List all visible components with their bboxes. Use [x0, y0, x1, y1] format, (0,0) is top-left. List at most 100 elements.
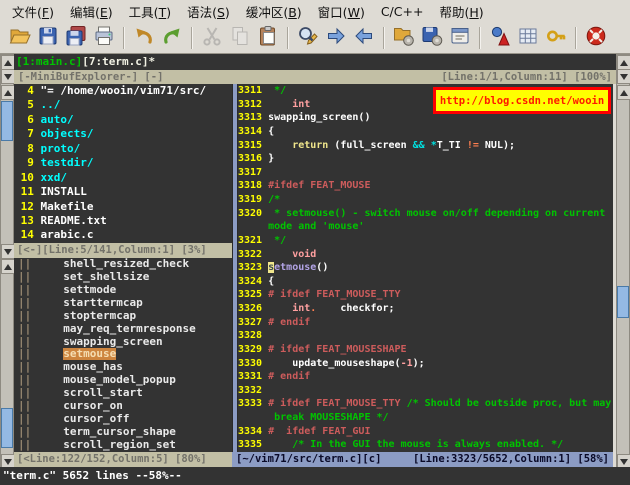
scrollbar-thumb[interactable]: [1, 408, 13, 448]
code-line[interactable]: 3333 # ifdef FEAT_MOUSE_TTY /* Should be…: [238, 397, 613, 411]
find-next-icon: [324, 24, 348, 52]
scrollbar-thumb[interactable]: [617, 286, 629, 318]
explorer-entry[interactable]: 9 testdir/: [14, 156, 232, 170]
taglist-item[interactable]: ||mouse_has: [14, 361, 232, 374]
fold-guide: ||: [18, 297, 31, 309]
code-line[interactable]: 3327 # endif: [238, 316, 613, 330]
taglist-item[interactable]: ||set_shellsize: [14, 271, 232, 284]
build-tags-button[interactable]: [514, 24, 542, 51]
tag-jump-button[interactable]: [542, 24, 570, 51]
taglist-item[interactable]: ||shell_resized_check: [14, 258, 232, 271]
buffer-tab[interactable]: [1:main.c]: [16, 55, 82, 68]
code-line[interactable]: 3317: [238, 166, 613, 180]
run-script-button[interactable]: [446, 24, 474, 51]
taglist-item[interactable]: ||mouse_model_popup: [14, 374, 232, 387]
explorer-entry[interactable]: 12 Makefile: [14, 200, 232, 214]
code-line-wrap[interactable]: break MOUSESHAPE */: [238, 411, 613, 425]
explorer-entry[interactable]: 10 xxd/: [14, 171, 232, 185]
find-prev-button[interactable]: [350, 24, 378, 51]
menu-item-e[interactable]: 编辑(E): [62, 0, 121, 23]
taglist-item[interactable]: ||cursor_on: [14, 400, 232, 413]
help-button[interactable]: [582, 24, 610, 51]
menu-item-s[interactable]: 语法(S): [179, 0, 238, 23]
make-button[interactable]: [486, 24, 514, 51]
scroll-up-icon[interactable]: [1, 85, 15, 100]
code-line[interactable]: 3331 # endif: [238, 370, 613, 384]
load-session-icon: [392, 24, 416, 52]
paste-button[interactable]: [254, 24, 282, 51]
taglist-item[interactable]: ||cursor_off: [14, 413, 232, 426]
load-session-button[interactable]: [390, 24, 418, 51]
taglist-item[interactable]: ||swapping_screen: [14, 336, 232, 349]
scroll-down-icon[interactable]: [1, 69, 15, 84]
scroll-down-icon[interactable]: [1, 244, 15, 259]
explorer-entry[interactable]: 8 proto/: [14, 142, 232, 156]
scroll-down-icon[interactable]: [617, 69, 630, 84]
find-next-button[interactable]: [322, 24, 350, 51]
find-replace-button[interactable]: [294, 24, 322, 51]
line-number: 3335: [238, 439, 268, 450]
code-line[interactable]: 3322 void: [238, 248, 613, 262]
taglist-item[interactable]: ||starttermcap: [14, 297, 232, 310]
undo-button[interactable]: [130, 24, 158, 51]
code-line[interactable]: 3316 }: [238, 152, 613, 166]
scroll-up-icon[interactable]: [1, 259, 15, 274]
menu-item-t[interactable]: 工具(T): [121, 0, 179, 23]
code-line[interactable]: 3326 int. checkfor;: [238, 302, 613, 316]
taglist-item[interactable]: ||scroll_region_set: [14, 439, 232, 452]
save-all-button[interactable]: [62, 24, 90, 51]
scroll-up-icon[interactable]: [617, 85, 630, 100]
code-line[interactable]: 3335 /* In the GUI the mouse is always e…: [238, 438, 613, 452]
menu-item-cc++[interactable]: C/C++: [373, 2, 432, 21]
explorer-entry[interactable]: 5 ../: [14, 98, 232, 112]
code-line[interactable]: 3330 update_mouseshape(-1);: [238, 357, 613, 371]
help-icon: [584, 24, 608, 52]
explorer-entry[interactable]: 7 objects/: [14, 127, 232, 141]
code-line[interactable]: 3314 {: [238, 125, 613, 139]
explorer-entry[interactable]: 6 auto/: [14, 113, 232, 127]
code-line[interactable]: 3323 setmouse(): [238, 261, 613, 275]
menu-item-b[interactable]: 缓冲区(B): [238, 0, 310, 23]
right-scrollbar[interactable]: [616, 54, 630, 468]
code-line[interactable]: 3334 # ifdef FEAT_GUI: [238, 425, 613, 439]
taglist-item[interactable]: ||stoptermcap: [14, 310, 232, 323]
save-session-button[interactable]: [418, 24, 446, 51]
code-line[interactable]: 3319 /*: [238, 193, 613, 207]
menu-item-h[interactable]: 帮助(H): [431, 0, 491, 23]
taglist-item[interactable]: ||scroll_start: [14, 387, 232, 400]
code-line[interactable]: 3315 return (full_screen && *T_TI != NUL…: [238, 139, 613, 153]
open-button[interactable]: [6, 24, 34, 51]
code-line-wrap[interactable]: mode and 'mouse': [238, 220, 613, 234]
code-line[interactable]: 3320 * setmouse() - switch mouse on/off …: [238, 207, 613, 221]
tag-name: settmode: [63, 284, 116, 296]
save-button[interactable]: [34, 24, 62, 51]
buffer-tab[interactable]: [7:term.c]*: [82, 55, 155, 68]
taglist-item[interactable]: ||settmode: [14, 284, 232, 297]
redo-icon: [160, 24, 184, 52]
redo-button[interactable]: [158, 24, 186, 51]
code-line[interactable]: 3328: [238, 329, 613, 343]
code-line[interactable]: 3321 */: [238, 234, 613, 248]
menu-item-f[interactable]: 文件(F): [4, 0, 62, 23]
code-line[interactable]: 3318 #ifdef FEAT_MOUSE: [238, 179, 613, 193]
taglist-item[interactable]: ||term_cursor_shape: [14, 426, 232, 439]
taglist-item[interactable]: ||may_req_termresponse: [14, 323, 232, 336]
code-token: # ifdef FEAT_GUI: [268, 426, 370, 437]
explorer-entry[interactable]: 11 INSTALL: [14, 185, 232, 199]
taglist-item[interactable]: ||setmouse: [14, 348, 232, 361]
explorer-entry[interactable]: 14 arabic.c: [14, 228, 232, 242]
menu-item-w[interactable]: 窗口(W): [310, 0, 373, 23]
code-line[interactable]: 3332: [238, 384, 613, 398]
scroll-up-icon[interactable]: [1, 55, 15, 70]
code-line[interactable]: 3325 # ifdef FEAT_MOUSE_TTY: [238, 288, 613, 302]
code-line[interactable]: 3324 {: [238, 275, 613, 289]
scrollbar-thumb[interactable]: [1, 101, 13, 141]
file-name: arabic.c: [41, 228, 94, 241]
left-scrollbar[interactable]: [0, 54, 14, 468]
scroll-up-icon[interactable]: [617, 55, 630, 70]
code-line[interactable]: 3329 # ifdef FEAT_MOUSESHAPE: [238, 343, 613, 357]
explorer-entry[interactable]: 4 "= /home/wooin/vim71/src/: [14, 84, 232, 98]
print-button[interactable]: [90, 24, 118, 51]
explorer-entry[interactable]: 13 README.txt: [14, 214, 232, 228]
line-number: 3314: [238, 126, 268, 137]
